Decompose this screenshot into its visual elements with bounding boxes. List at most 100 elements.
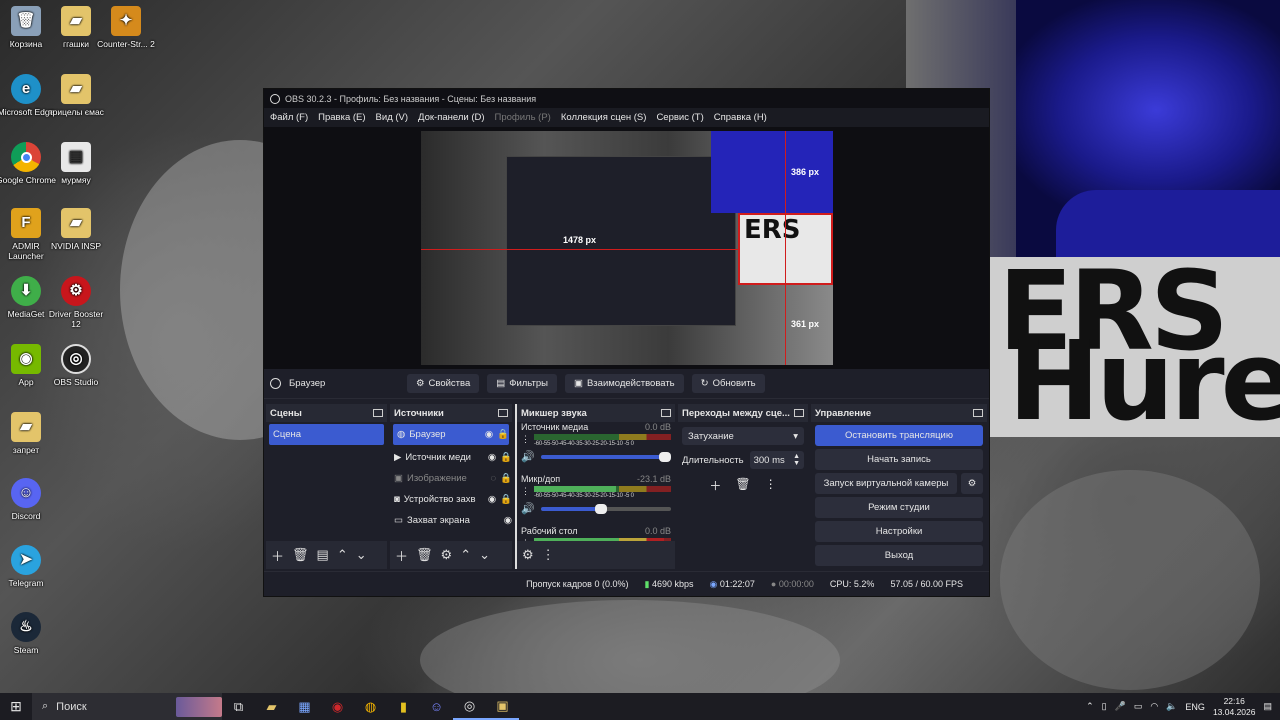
add-icon[interactable]: ＋	[395, 546, 408, 565]
network-tray-icon[interactable]: ▯	[1102, 701, 1107, 712]
lock-icon[interactable]: 🔒	[497, 429, 509, 440]
lock-icon[interactable]: 🔒	[500, 473, 512, 484]
float-dock-icon[interactable]	[973, 409, 983, 417]
source-item[interactable]: ▣ Изображение ◌ 🔒	[390, 468, 512, 489]
discord-taskbar-icon[interactable]: ☺	[420, 693, 453, 720]
float-dock-icon[interactable]	[498, 409, 508, 417]
source-item[interactable]: ◍ Браузер ◉ 🔒	[393, 424, 509, 445]
float-dock-icon[interactable]	[373, 409, 383, 417]
source-item[interactable]: ▭ Захват экрана ◉	[390, 510, 512, 531]
volume-slider[interactable]	[540, 451, 671, 462]
lock-icon[interactable]: 🔒	[500, 452, 512, 463]
desktop-icon-telegram[interactable]: ➤ Telegram	[0, 545, 56, 588]
desktop-icon-steam[interactable]: ♨ Steam	[0, 612, 56, 655]
move-up-icon[interactable]: ⌃	[460, 547, 471, 563]
volume-slider[interactable]	[540, 503, 671, 514]
eye-icon[interactable]: ◉	[504, 515, 512, 526]
nvidia-taskbar-icon[interactable]: ▮	[387, 693, 420, 720]
start-button[interactable]: ⊞	[0, 698, 32, 715]
clock[interactable]: 22:16 13.04.2026	[1213, 696, 1256, 718]
volume-icon[interactable]: 🔈	[1166, 701, 1177, 712]
scene-item[interactable]: Сцена	[269, 424, 384, 445]
move-up-icon[interactable]: ⌃	[337, 547, 348, 563]
task-view-icon[interactable]: ⧉	[222, 693, 255, 720]
float-dock-icon[interactable]	[661, 409, 671, 417]
menu-help[interactable]: Справка (H)	[714, 112, 767, 123]
move-down-icon[interactable]: ⌄	[356, 547, 367, 563]
menu-profile[interactable]: Профиль (P)	[495, 112, 551, 123]
start-virtual-camera-button[interactable]: Запуск виртуальной камеры	[815, 473, 957, 494]
add-icon[interactable]: ＋	[709, 477, 721, 494]
eye-icon[interactable]: ◉	[488, 494, 496, 505]
eye-hidden-icon[interactable]: ◌	[491, 473, 497, 484]
start-recording-button[interactable]: Начать запись	[815, 449, 983, 470]
image-viewer-taskbar-icon[interactable]: ▣	[486, 693, 519, 720]
gear-icon[interactable]: ⚙	[441, 547, 453, 563]
dropped-frames: Пропуск кадров 0 (0.0%)	[526, 579, 629, 589]
preview-area[interactable]: ERS 1478 px 386 px 361 px	[264, 127, 989, 369]
chevron-up-icon[interactable]: ⌃	[1086, 701, 1094, 712]
source-item[interactable]: ◙ Устройство захв ◉ 🔒	[390, 489, 512, 510]
virtual-camera-settings-button[interactable]: ⚙	[961, 473, 983, 494]
context-bar: Браузер ⚙ Свойства ▤ Фильтры ▣ Взаимодейств…	[264, 369, 989, 399]
audio-settings-icon[interactable]: ⚙	[522, 547, 534, 563]
channel-menu-icon[interactable]: ⋮	[521, 486, 530, 499]
desktop-icon-folder[interactable]: ▰ прицелы ємас	[46, 74, 106, 117]
explorer-icon[interactable]: ▰	[255, 693, 288, 720]
spin-arrows-icon[interactable]: ▲ ▼	[793, 453, 800, 467]
store-icon[interactable]: ▦	[288, 693, 321, 720]
channel-menu-icon[interactable]: ⋮	[521, 434, 530, 447]
gear-icon: ⚙	[416, 378, 425, 389]
stop-streaming-button[interactable]: Остановить трансляцию	[815, 425, 983, 446]
menu-view[interactable]: Вид (V)	[376, 112, 409, 123]
menu-file[interactable]: Файл (F)	[270, 112, 308, 123]
language-indicator[interactable]: ENG	[1185, 702, 1205, 712]
refresh-button[interactable]: ↻ Обновить	[691, 374, 765, 393]
taskbar-search[interactable]: ⌕ Поиск	[32, 693, 222, 720]
preview-canvas[interactable]: ERS 1478 px 386 px 361 px	[421, 131, 833, 365]
speaker-icon[interactable]: 🔊	[521, 502, 535, 515]
eye-icon[interactable]: ◉	[485, 429, 493, 440]
obs-taskbar-icon[interactable]: ◎	[453, 693, 486, 720]
speaker-icon[interactable]: 🔊	[521, 450, 535, 463]
desktop-icon-obs[interactable]: ◎ OBS Studio	[46, 344, 106, 387]
trash-icon[interactable]: 🗑	[416, 547, 433, 563]
add-icon[interactable]: ＋	[271, 546, 284, 565]
driver-booster-taskbar-icon[interactable]: ◉	[321, 693, 354, 720]
filters-button[interactable]: ▤ Фильтры	[487, 374, 557, 393]
battery-icon[interactable]: ▭	[1134, 701, 1143, 712]
exit-button[interactable]: Выход	[815, 545, 983, 566]
trash-icon[interactable]: 🗑	[292, 547, 309, 563]
more-icon[interactable]: ⋮	[765, 477, 777, 494]
desktop-icon-cs2[interactable]: ✦ Counter-Str... 2	[96, 6, 156, 49]
wifi-icon[interactable]: ◠	[1150, 701, 1158, 712]
chrome-taskbar-icon[interactable]: ◍	[354, 693, 387, 720]
eye-icon[interactable]: ◉	[488, 452, 496, 463]
notifications-icon[interactable]: ▤	[1263, 701, 1272, 712]
menu-scene-collection[interactable]: Коллекция сцен (S)	[561, 112, 647, 123]
duration-spinbox[interactable]: 300 ms ▲ ▼	[749, 451, 804, 469]
desktop-icon-folder[interactable]: ▰ NVIDIA INSP	[46, 208, 106, 251]
scene-filters-icon[interactable]: ▤	[317, 547, 329, 563]
menu-docks[interactable]: Док-панели (D)	[418, 112, 484, 123]
settings-button[interactable]: Настройки	[815, 521, 983, 542]
menu-edit[interactable]: Правка (E)	[318, 112, 365, 123]
image-file-icon: ▤	[61, 142, 91, 172]
stream-icon: ◉	[709, 578, 718, 589]
menu-tools[interactable]: Сервис (T)	[656, 112, 703, 123]
desktop-icon-folder[interactable]: ▰ запрет	[0, 412, 56, 455]
mixer-menu-icon[interactable]: ⋮	[542, 547, 555, 563]
microphone-icon[interactable]: 🎤	[1115, 701, 1126, 712]
transition-select[interactable]: Затухание ▾	[682, 427, 804, 445]
desktop-icon-driver-booster[interactable]: ⚙ Driver Booster 12	[46, 276, 106, 329]
source-item[interactable]: ▶ Источник меди ◉ 🔒	[390, 447, 512, 468]
move-down-icon[interactable]: ⌄	[479, 547, 490, 563]
studio-mode-button[interactable]: Режим студии	[815, 497, 983, 518]
desktop-icon-discord[interactable]: ☺ Discord	[0, 478, 56, 521]
interact-button[interactable]: ▣ Взаимодействовать	[564, 374, 684, 393]
float-dock-icon[interactable]	[794, 409, 804, 417]
desktop-icon-image-file[interactable]: ▤ мурмяу	[46, 142, 106, 185]
properties-button[interactable]: ⚙ Свойства	[407, 374, 480, 393]
lock-icon[interactable]: 🔒	[500, 494, 512, 505]
trash-icon[interactable]: 🗑	[735, 477, 750, 494]
